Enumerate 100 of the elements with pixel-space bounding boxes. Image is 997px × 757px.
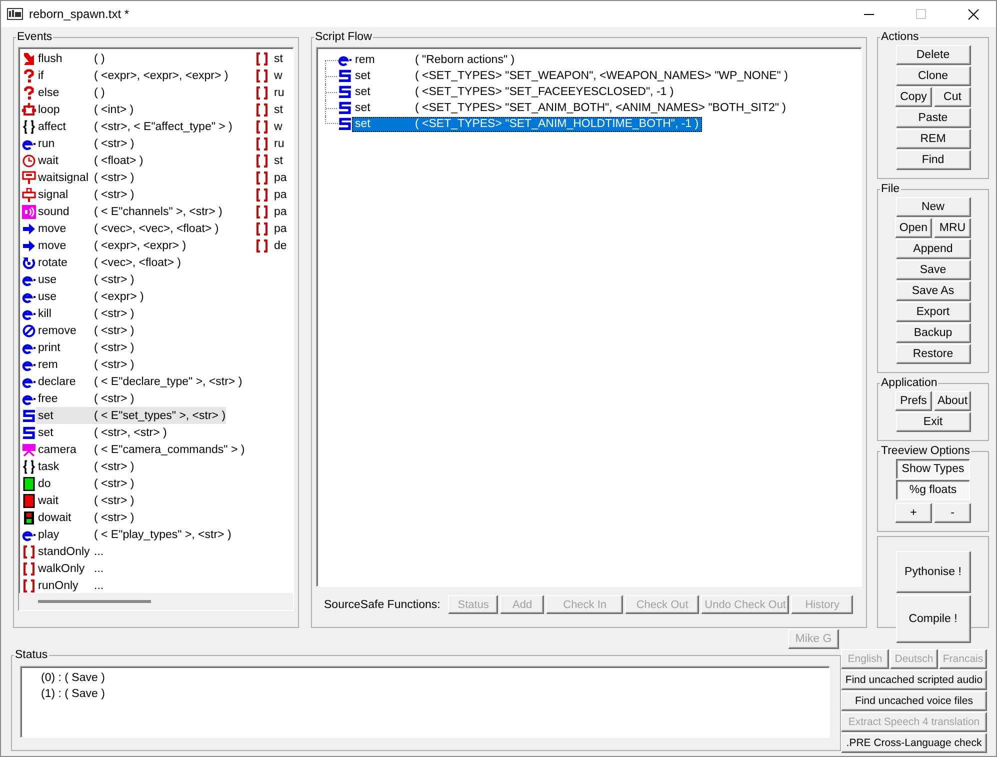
event-name[interactable]: w bbox=[269, 70, 282, 82]
event-name[interactable]: signal bbox=[36, 188, 94, 200]
camera-icon bbox=[22, 442, 36, 456]
event-name[interactable]: pa bbox=[269, 172, 287, 184]
event-arguments: ( <str> ) bbox=[94, 308, 134, 320]
event-name[interactable]: ru bbox=[269, 86, 284, 98]
build-button[interactable]: Pythonise ! bbox=[896, 551, 970, 593]
event-name[interactable]: wait bbox=[36, 494, 94, 506]
event-name[interactable]: print bbox=[36, 342, 94, 354]
tool-button[interactable]: Find uncached voice files bbox=[841, 691, 987, 711]
event-name[interactable]: rotate bbox=[36, 256, 94, 268]
event-name[interactable]: pa bbox=[269, 188, 287, 200]
event-name[interactable]: dowait bbox=[36, 512, 94, 524]
file-button[interactable]: Export bbox=[896, 302, 970, 322]
event-name[interactable]: remove bbox=[36, 324, 94, 336]
event-name[interactable]: walkOnly bbox=[36, 562, 94, 574]
file-button[interactable]: Save bbox=[896, 260, 970, 280]
step-button[interactable]: + bbox=[895, 503, 932, 523]
actions-button[interactable]: Clone bbox=[896, 66, 970, 86]
event-name[interactable]: run bbox=[36, 138, 94, 150]
event-name[interactable]: rem bbox=[36, 358, 94, 370]
event-name[interactable]: standOnly bbox=[36, 546, 94, 558]
file-button[interactable]: Open bbox=[895, 218, 932, 238]
toggle-button[interactable]: %g floats bbox=[896, 480, 970, 500]
event-name[interactable]: wait bbox=[36, 154, 94, 166]
step-button[interactable]: - bbox=[934, 503, 971, 523]
scrollbar-thumb[interactable] bbox=[38, 600, 151, 603]
file-button[interactable]: Restore bbox=[896, 344, 970, 364]
file-button[interactable]: MRU bbox=[934, 218, 971, 238]
application-button[interactable]: Exit bbox=[896, 412, 970, 432]
event-name[interactable]: waitsignal bbox=[36, 172, 94, 184]
node-name[interactable]: set bbox=[352, 86, 415, 98]
event-arguments: ... bbox=[94, 562, 104, 574]
actions-button[interactable]: Find bbox=[896, 150, 970, 170]
event-name[interactable]: if bbox=[36, 70, 94, 82]
event-name[interactable]: do bbox=[36, 478, 94, 490]
event-name[interactable]: st bbox=[269, 154, 283, 166]
right-arrow-icon bbox=[22, 238, 36, 252]
toggle-button[interactable]: Show Types bbox=[896, 459, 970, 479]
event-name[interactable]: pa bbox=[269, 206, 287, 218]
tool-button[interactable]: Find uncached scripted audio bbox=[841, 670, 987, 690]
row-highlight[interactable]: set ( <SET_TYPES> "SET_ANIM_HOLDTIME_BOTH", -1 ) bbox=[352, 116, 702, 132]
event-name[interactable]: pa bbox=[269, 222, 287, 234]
event-name[interactable]: loop bbox=[36, 104, 94, 116]
event-name[interactable]: else bbox=[36, 86, 94, 98]
event-name[interactable]: declare bbox=[36, 376, 94, 388]
event-arguments: ( <float> ) bbox=[94, 154, 144, 166]
traffic-light-icon bbox=[22, 510, 36, 524]
event-arguments: ( <vec>, <float> ) bbox=[94, 256, 181, 268]
file-button[interactable]: Append bbox=[896, 239, 970, 259]
node-name[interactable]: set bbox=[352, 102, 415, 114]
application-button[interactable]: Prefs bbox=[895, 391, 932, 411]
build-button[interactable]: Compile ! bbox=[896, 595, 970, 643]
event-name[interactable]: flush bbox=[36, 52, 94, 64]
event-name[interactable]: de bbox=[269, 240, 287, 252]
actions-button[interactable]: Paste bbox=[896, 108, 970, 128]
node-name[interactable]: set bbox=[352, 118, 415, 130]
braces-icon bbox=[22, 460, 36, 474]
event-name[interactable]: kill bbox=[36, 308, 94, 320]
event-name[interactable]: camera bbox=[36, 444, 94, 456]
event-name[interactable]: move bbox=[36, 240, 94, 252]
close-icon[interactable] bbox=[968, 8, 978, 20]
event-name[interactable]: ru bbox=[269, 138, 284, 150]
event-name[interactable]: use bbox=[36, 290, 94, 302]
event-arguments: ( < E"camera_commands" > ) bbox=[94, 444, 245, 456]
event-name[interactable]: task bbox=[36, 460, 94, 472]
brackets-icon bbox=[255, 52, 269, 66]
brackets-icon bbox=[22, 578, 36, 592]
application-button[interactable]: About bbox=[934, 391, 971, 411]
node-arguments: ( <SET_TYPES> "SET_FACEEYESCLOSED", -1 ) bbox=[415, 86, 674, 98]
row-highlight[interactable]: set ( < E"set_types" >, <str> ) bbox=[36, 407, 226, 424]
event-name[interactable]: move bbox=[36, 222, 94, 234]
brackets-icon bbox=[255, 204, 269, 218]
node-name[interactable]: rem bbox=[352, 54, 415, 66]
event-name[interactable]: st bbox=[269, 52, 283, 64]
event-name[interactable]: w bbox=[269, 120, 282, 132]
tool-button[interactable]: .PRE Cross-Language check bbox=[841, 733, 987, 753]
event-name[interactable]: runOnly bbox=[36, 580, 94, 592]
maximize-icon[interactable] bbox=[916, 9, 926, 19]
horizontal-scrollbar[interactable] bbox=[19, 593, 293, 610]
node-name[interactable]: set bbox=[352, 70, 415, 82]
status-line: (1) : ( Save ) bbox=[41, 687, 106, 702]
app-icon bbox=[7, 7, 23, 21]
event-name[interactable]: free bbox=[36, 392, 94, 404]
file-button[interactable]: New bbox=[896, 197, 970, 217]
event-arguments: ( <str> ) bbox=[94, 512, 134, 524]
event-name[interactable]: sound bbox=[36, 206, 94, 218]
event-name[interactable]: st bbox=[269, 104, 283, 116]
event-name[interactable]: affect bbox=[36, 120, 94, 132]
actions-button[interactable]: Copy bbox=[895, 87, 932, 107]
event-name[interactable]: use bbox=[36, 274, 94, 286]
event-name[interactable]: set bbox=[36, 410, 94, 422]
file-button[interactable]: Save As bbox=[896, 281, 970, 301]
event-arguments: ( <str> ) bbox=[94, 172, 134, 184]
actions-button[interactable]: Delete bbox=[896, 45, 970, 65]
event-name[interactable]: set bbox=[36, 426, 94, 438]
file-button[interactable]: Backup bbox=[896, 323, 970, 343]
actions-button[interactable]: REM bbox=[896, 129, 970, 149]
actions-button[interactable]: Cut bbox=[934, 87, 971, 107]
event-name[interactable]: play bbox=[36, 528, 94, 540]
